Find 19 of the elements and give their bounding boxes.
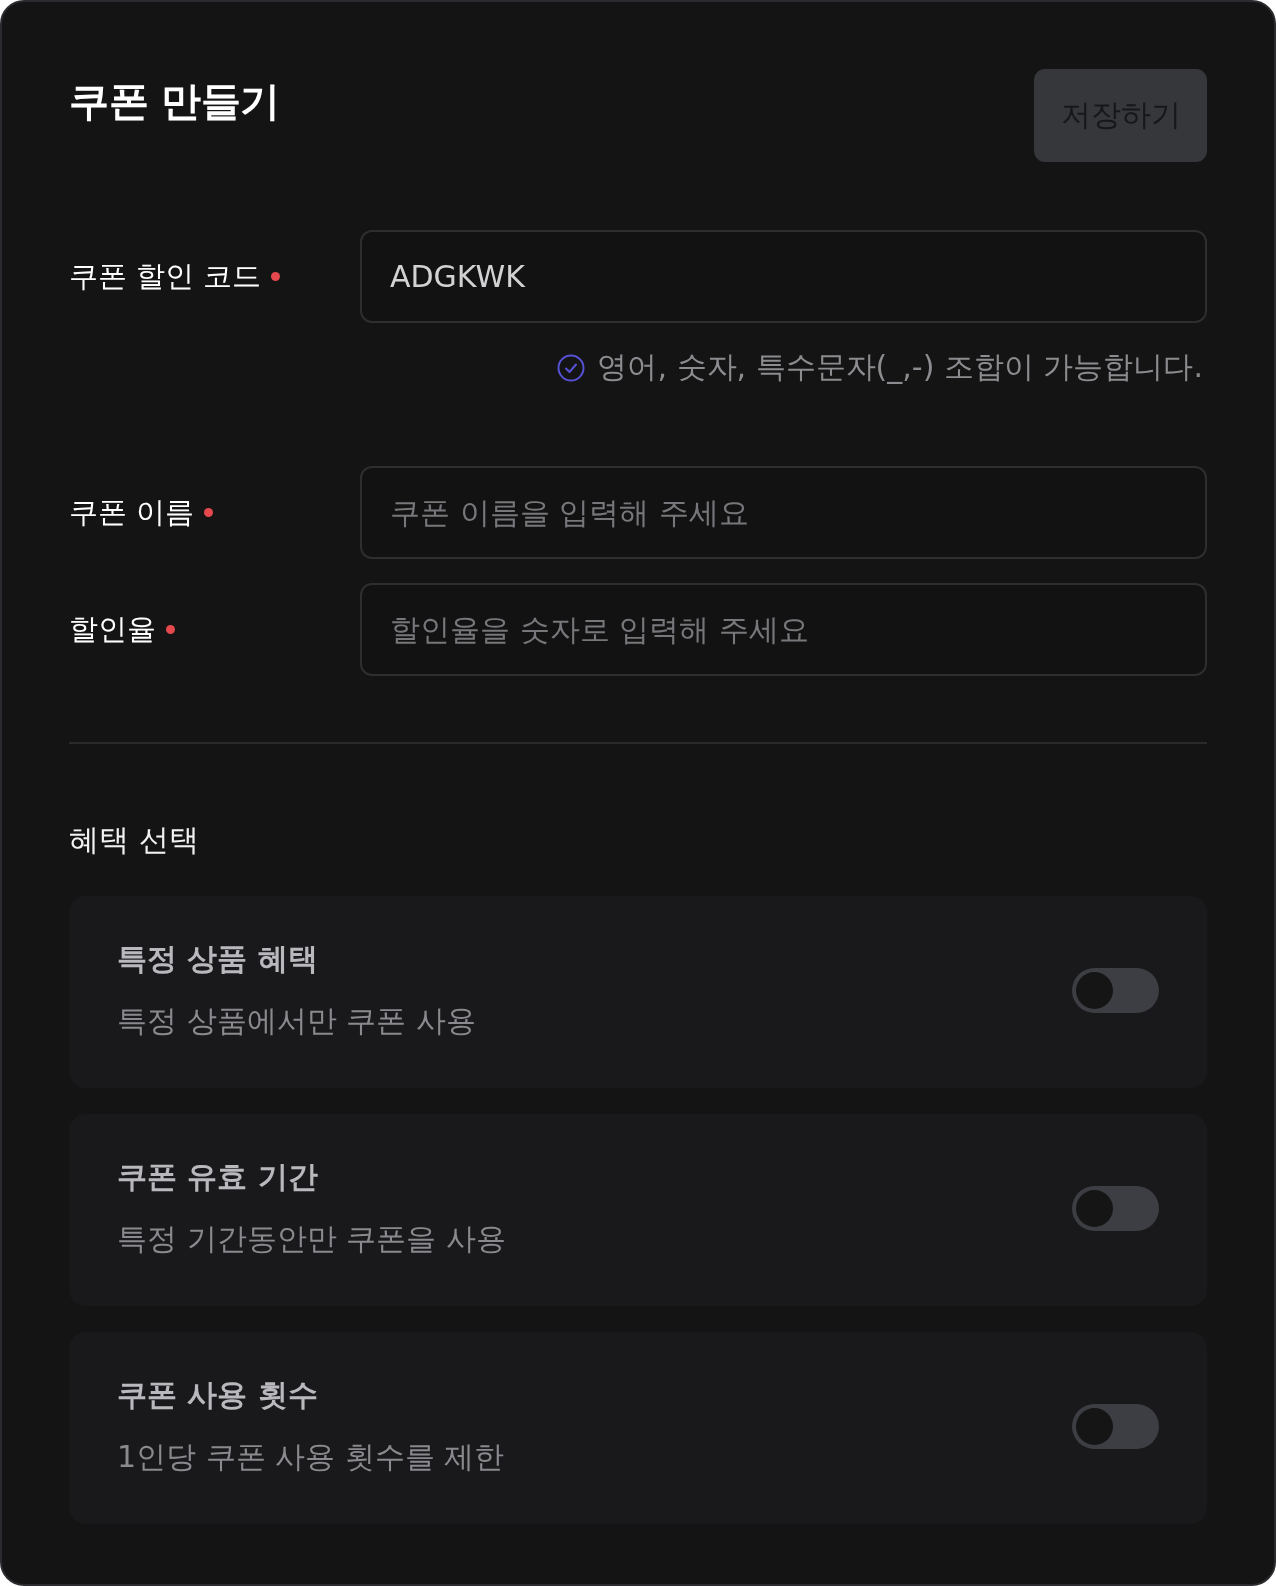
field-label: 쿠폰 할인 코드	[69, 257, 262, 295]
hint-text: 영어, 숫자, 특수문자(_,-) 조합이 가능합니다.	[597, 348, 1203, 386]
field-label: 할인율	[69, 610, 156, 648]
toggle-switch[interactable]	[1072, 967, 1159, 1013]
option-title: 특정 상품 혜택	[117, 940, 319, 978]
option-title: 쿠폰 유효 기간	[117, 1158, 319, 1196]
toggle-switch[interactable]	[1072, 1185, 1159, 1231]
input-field[interactable]: ADGKWK	[360, 230, 1207, 323]
option-description: 특정 상품에서만 쿠폰 사용	[117, 1002, 476, 1040]
option-description: 1인당 쿠폰 사용 횟수를 제한	[117, 1438, 505, 1476]
field-label: 쿠폰 이름	[69, 493, 195, 531]
input-field[interactable]: 할인율을 숫자로 입력해 주세요	[360, 583, 1207, 676]
page-title: 쿠폰 만들기	[69, 77, 280, 126]
toggle-switch[interactable]	[1072, 1403, 1159, 1449]
section-title: 혜택 선택	[69, 821, 200, 859]
input-field[interactable]: 쿠폰 이름을 입력해 주세요	[360, 466, 1207, 559]
option-description: 특정 기간동안만 쿠폰을 사용	[117, 1220, 506, 1258]
option-title: 쿠폰 사용 횟수	[117, 1376, 319, 1414]
check-circle-icon	[557, 353, 586, 382]
